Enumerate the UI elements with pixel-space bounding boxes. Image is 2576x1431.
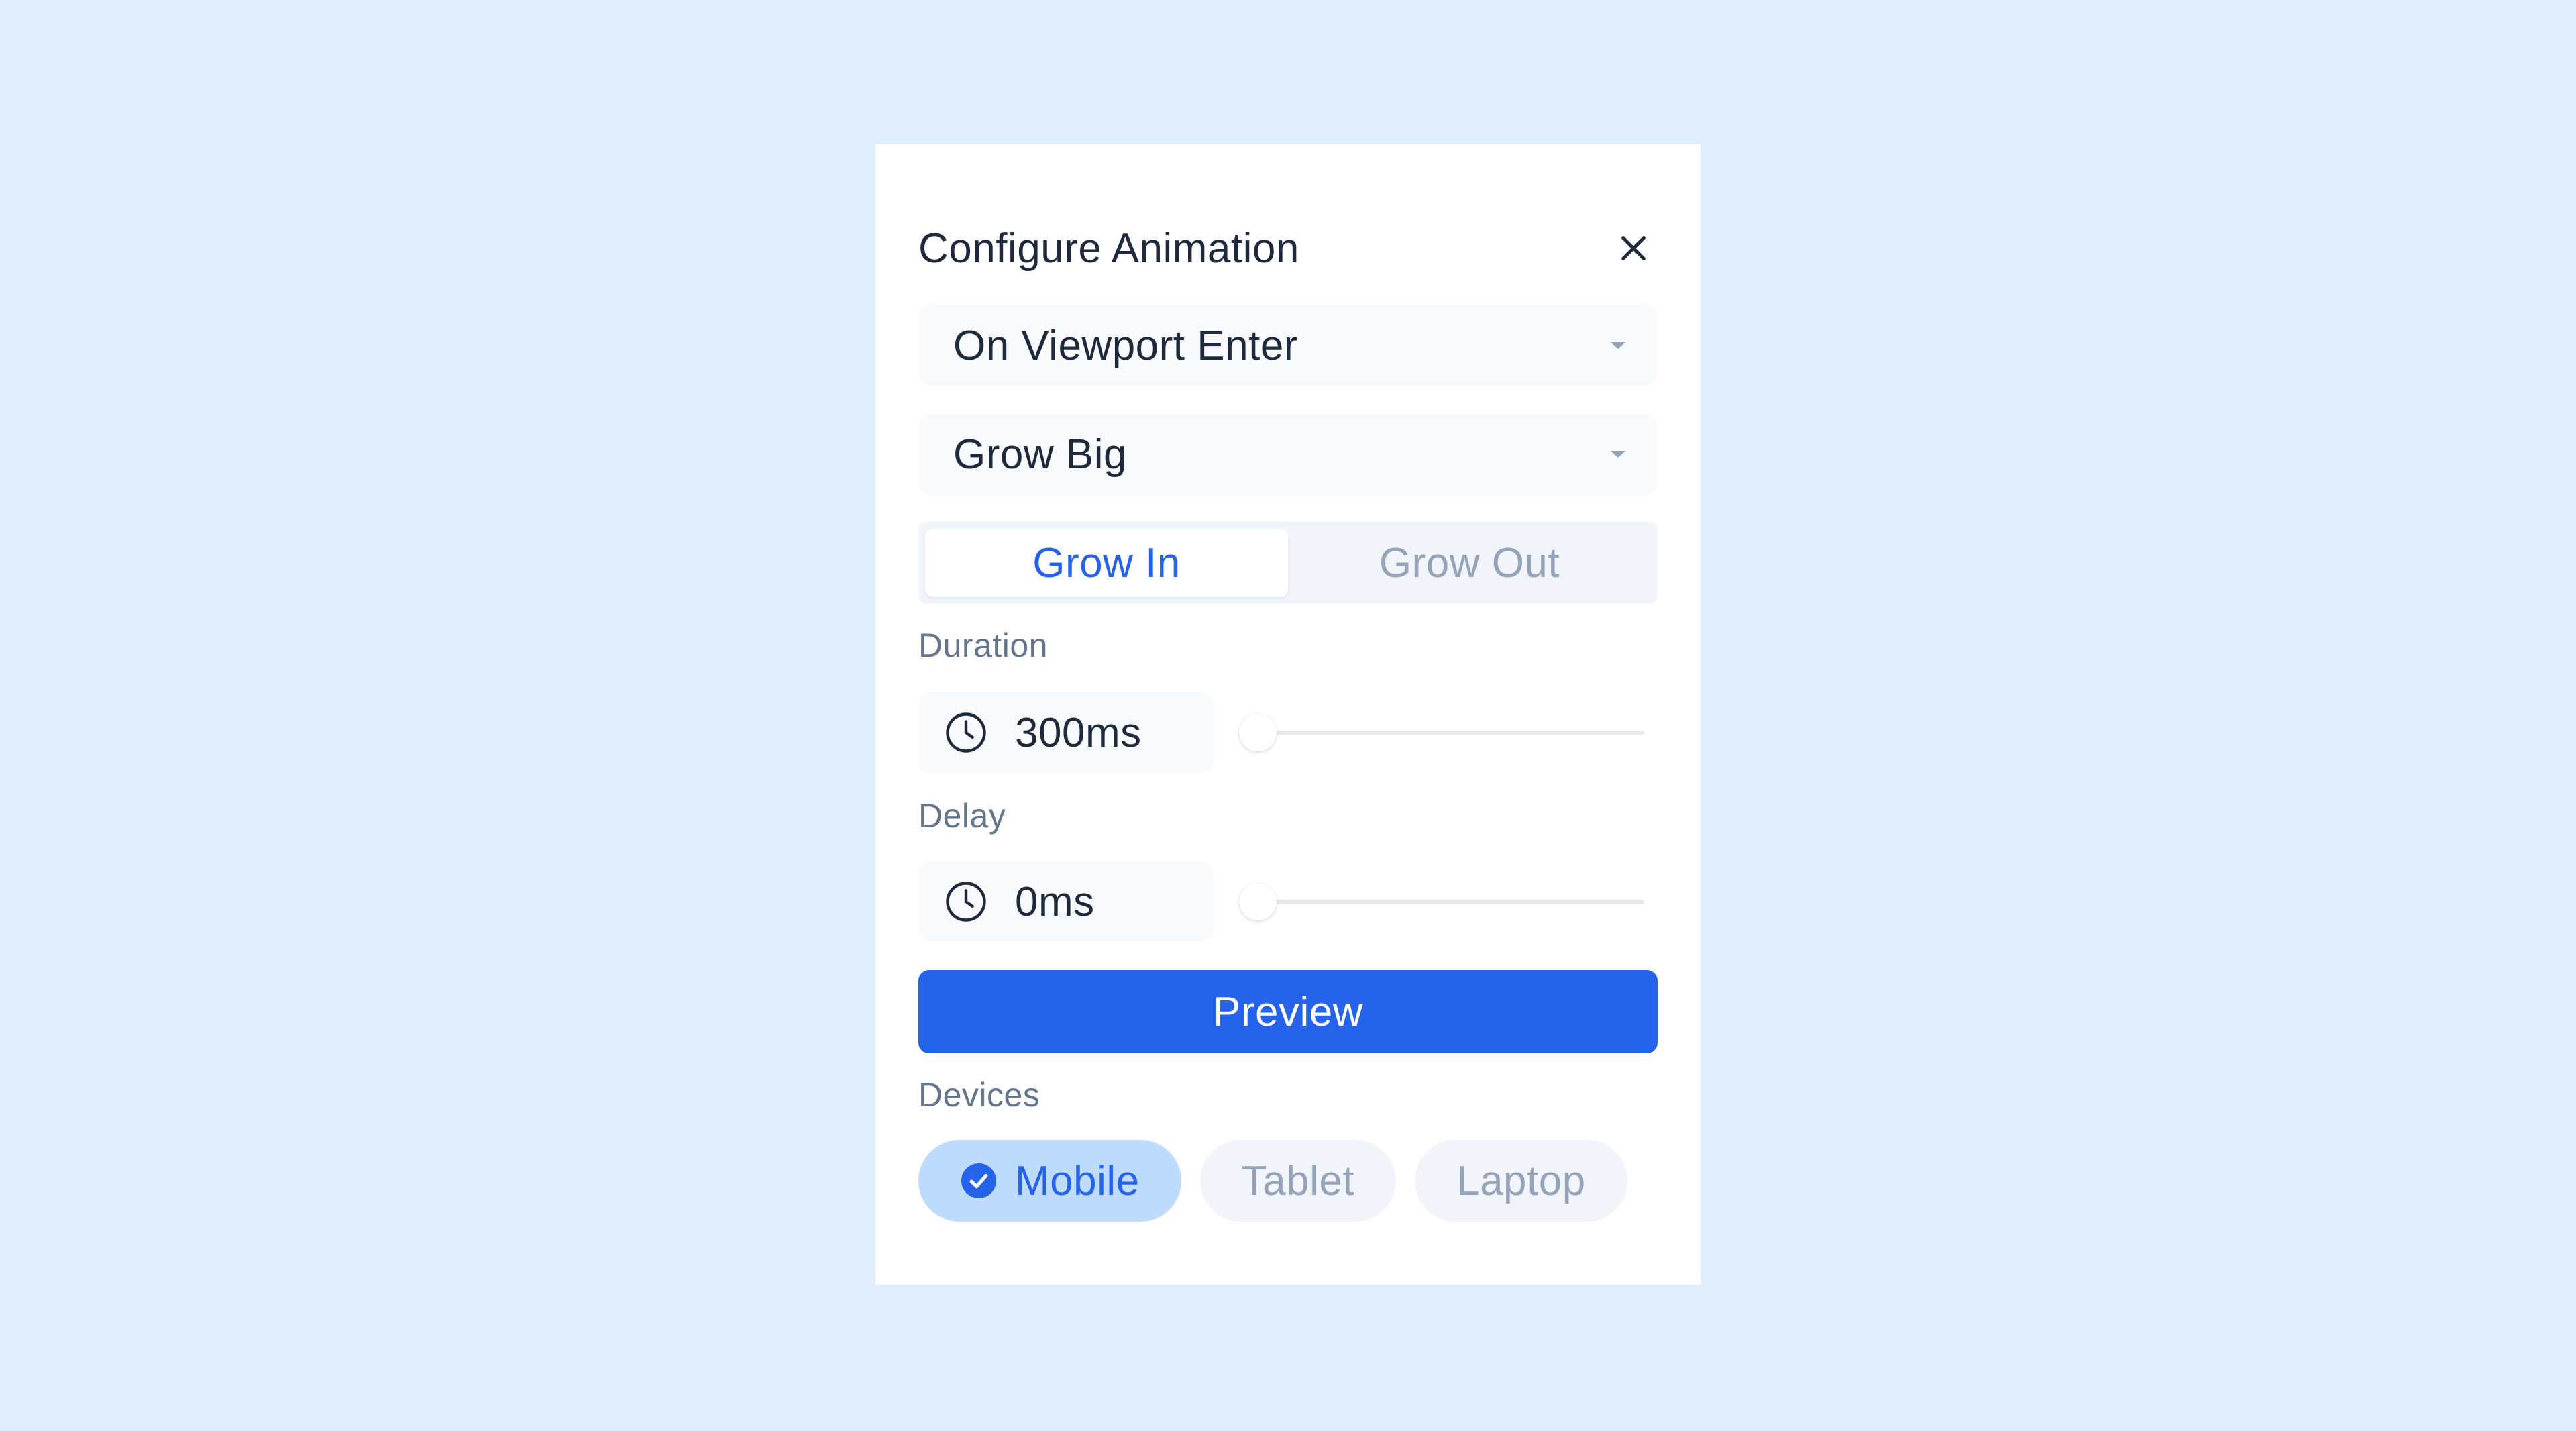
- device-chip-mobile[interactable]: Mobile: [918, 1140, 1181, 1222]
- close-icon: [1621, 236, 1646, 260]
- delay-label: Delay: [918, 797, 1006, 835]
- duration-value: 300ms: [1015, 709, 1142, 756]
- check-circle-icon: [961, 1163, 996, 1198]
- clock-icon: [946, 882, 986, 922]
- trigger-select-value: On Viewport Enter: [953, 322, 1298, 369]
- duration-row: 300ms: [918, 692, 1658, 773]
- device-chip-label: Laptop: [1456, 1157, 1586, 1204]
- devices-label: Devices: [918, 1076, 1040, 1114]
- chevron-down-icon: [1611, 342, 1625, 349]
- chevron-down-icon: [1611, 451, 1625, 458]
- effect-select[interactable]: Grow Big: [918, 414, 1658, 494]
- device-chip-laptop[interactable]: Laptop: [1415, 1140, 1627, 1222]
- toggle-grow-out[interactable]: Grow Out: [1288, 529, 1651, 597]
- configure-animation-dialog: Configure Animation On Viewport Enter Gr…: [875, 144, 1701, 1285]
- device-chips: Mobile Tablet Laptop: [918, 1140, 1627, 1222]
- close-button[interactable]: [1607, 221, 1660, 275]
- preview-button[interactable]: Preview: [918, 970, 1658, 1053]
- direction-toggle: Grow In Grow Out: [918, 522, 1658, 604]
- duration-input[interactable]: 300ms: [918, 692, 1214, 773]
- delay-input[interactable]: 0ms: [918, 861, 1214, 942]
- duration-slider[interactable]: [1239, 706, 1658, 759]
- effect-select-value: Grow Big: [953, 431, 1127, 478]
- toggle-grow-in[interactable]: Grow In: [925, 529, 1288, 597]
- device-chip-tablet[interactable]: Tablet: [1199, 1140, 1397, 1222]
- delay-row: 0ms: [918, 861, 1658, 942]
- delay-value: 0ms: [1015, 878, 1095, 925]
- device-chip-label: Tablet: [1241, 1157, 1355, 1204]
- clock-icon: [946, 712, 986, 753]
- slider-thumb[interactable]: [1239, 714, 1277, 751]
- device-chip-label: Mobile: [1015, 1157, 1140, 1204]
- delay-slider[interactable]: [1239, 875, 1658, 929]
- dialog-header: Configure Animation: [918, 211, 1658, 285]
- trigger-select[interactable]: On Viewport Enter: [918, 305, 1658, 386]
- slider-track: [1239, 731, 1644, 735]
- slider-track: [1239, 900, 1644, 904]
- duration-label: Duration: [918, 627, 1048, 664]
- dialog-title: Configure Animation: [918, 225, 1299, 272]
- slider-thumb[interactable]: [1239, 883, 1277, 920]
